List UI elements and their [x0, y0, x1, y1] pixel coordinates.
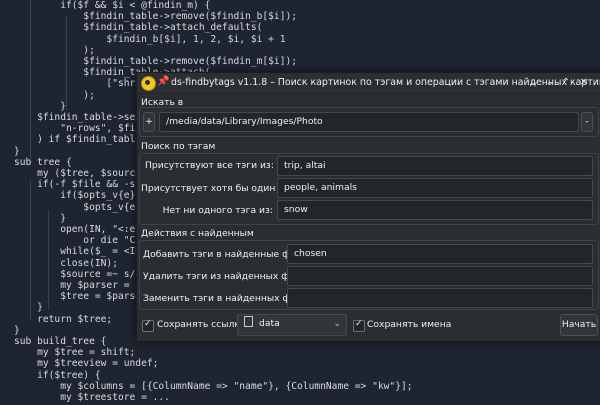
folder-select[interactable]: data ⌄	[237, 314, 347, 336]
chevron-down-icon: ⌄	[333, 319, 341, 329]
all-tags-field[interactable]: trip, altai	[277, 156, 593, 176]
add-tags-field[interactable]: chosen	[287, 244, 593, 264]
shade-button[interactable]: ⌄	[527, 76, 541, 90]
findbytags-dialog: 📌 ds-findbytags v1.1.8 – Поиск картинок …	[136, 72, 600, 342]
minimize-button[interactable]: ⌄	[543, 76, 557, 90]
pin-icon[interactable]: 📌	[157, 76, 169, 87]
code-line: return $tree;	[14, 313, 113, 325]
app-icon	[141, 76, 156, 91]
remove-path-button[interactable]: -	[581, 112, 593, 132]
maximize-button[interactable]: ⌃	[559, 76, 573, 90]
folder-icon	[244, 316, 253, 327]
folder-value: data	[259, 318, 280, 329]
title-bar[interactable]: 📌 ds-findbytags v1.1.8 – Поиск картинок …	[137, 73, 600, 94]
close-button[interactable]: ✕	[577, 76, 591, 90]
actions-title: Действия с найденным	[141, 228, 254, 239]
tag-search-title: Поиск по тэгам	[141, 141, 216, 152]
add-tags-label: Добавить тэги в найденные файлы:	[143, 249, 318, 260]
remove-tags-field[interactable]	[287, 266, 593, 286]
no-tag-label: Нет ни одного тэга из:	[162, 205, 273, 216]
any-tag-label: Присутствует хотя бы один тэг из:	[141, 183, 311, 194]
start-button[interactable]: Начать	[560, 314, 598, 336]
no-tag-field[interactable]: snow	[277, 200, 593, 220]
save-names-label: Сохранять имена	[367, 319, 452, 330]
remove-tags-label: Удалить тэги из найденных файлов:	[143, 271, 321, 282]
all-tags-label: Присутствуют все тэги из:	[145, 160, 274, 171]
save-names-checkbox[interactable]	[353, 319, 365, 332]
replace-tags-field[interactable]	[287, 288, 593, 308]
replace-tags-label: Заменить тэги в найденных файлах:	[143, 293, 322, 304]
add-path-button[interactable]: +	[143, 112, 155, 132]
any-tag-field[interactable]: people, animals	[277, 178, 593, 198]
save-links-checkbox[interactable]	[142, 319, 154, 332]
editor-gutter	[0, 0, 12, 400]
code-line: my $treestore = ...	[14, 392, 170, 403]
code-line: ) if $findin_table	[14, 134, 142, 146]
path-field[interactable]: /media/data/Library/Images/Photo	[159, 112, 579, 132]
